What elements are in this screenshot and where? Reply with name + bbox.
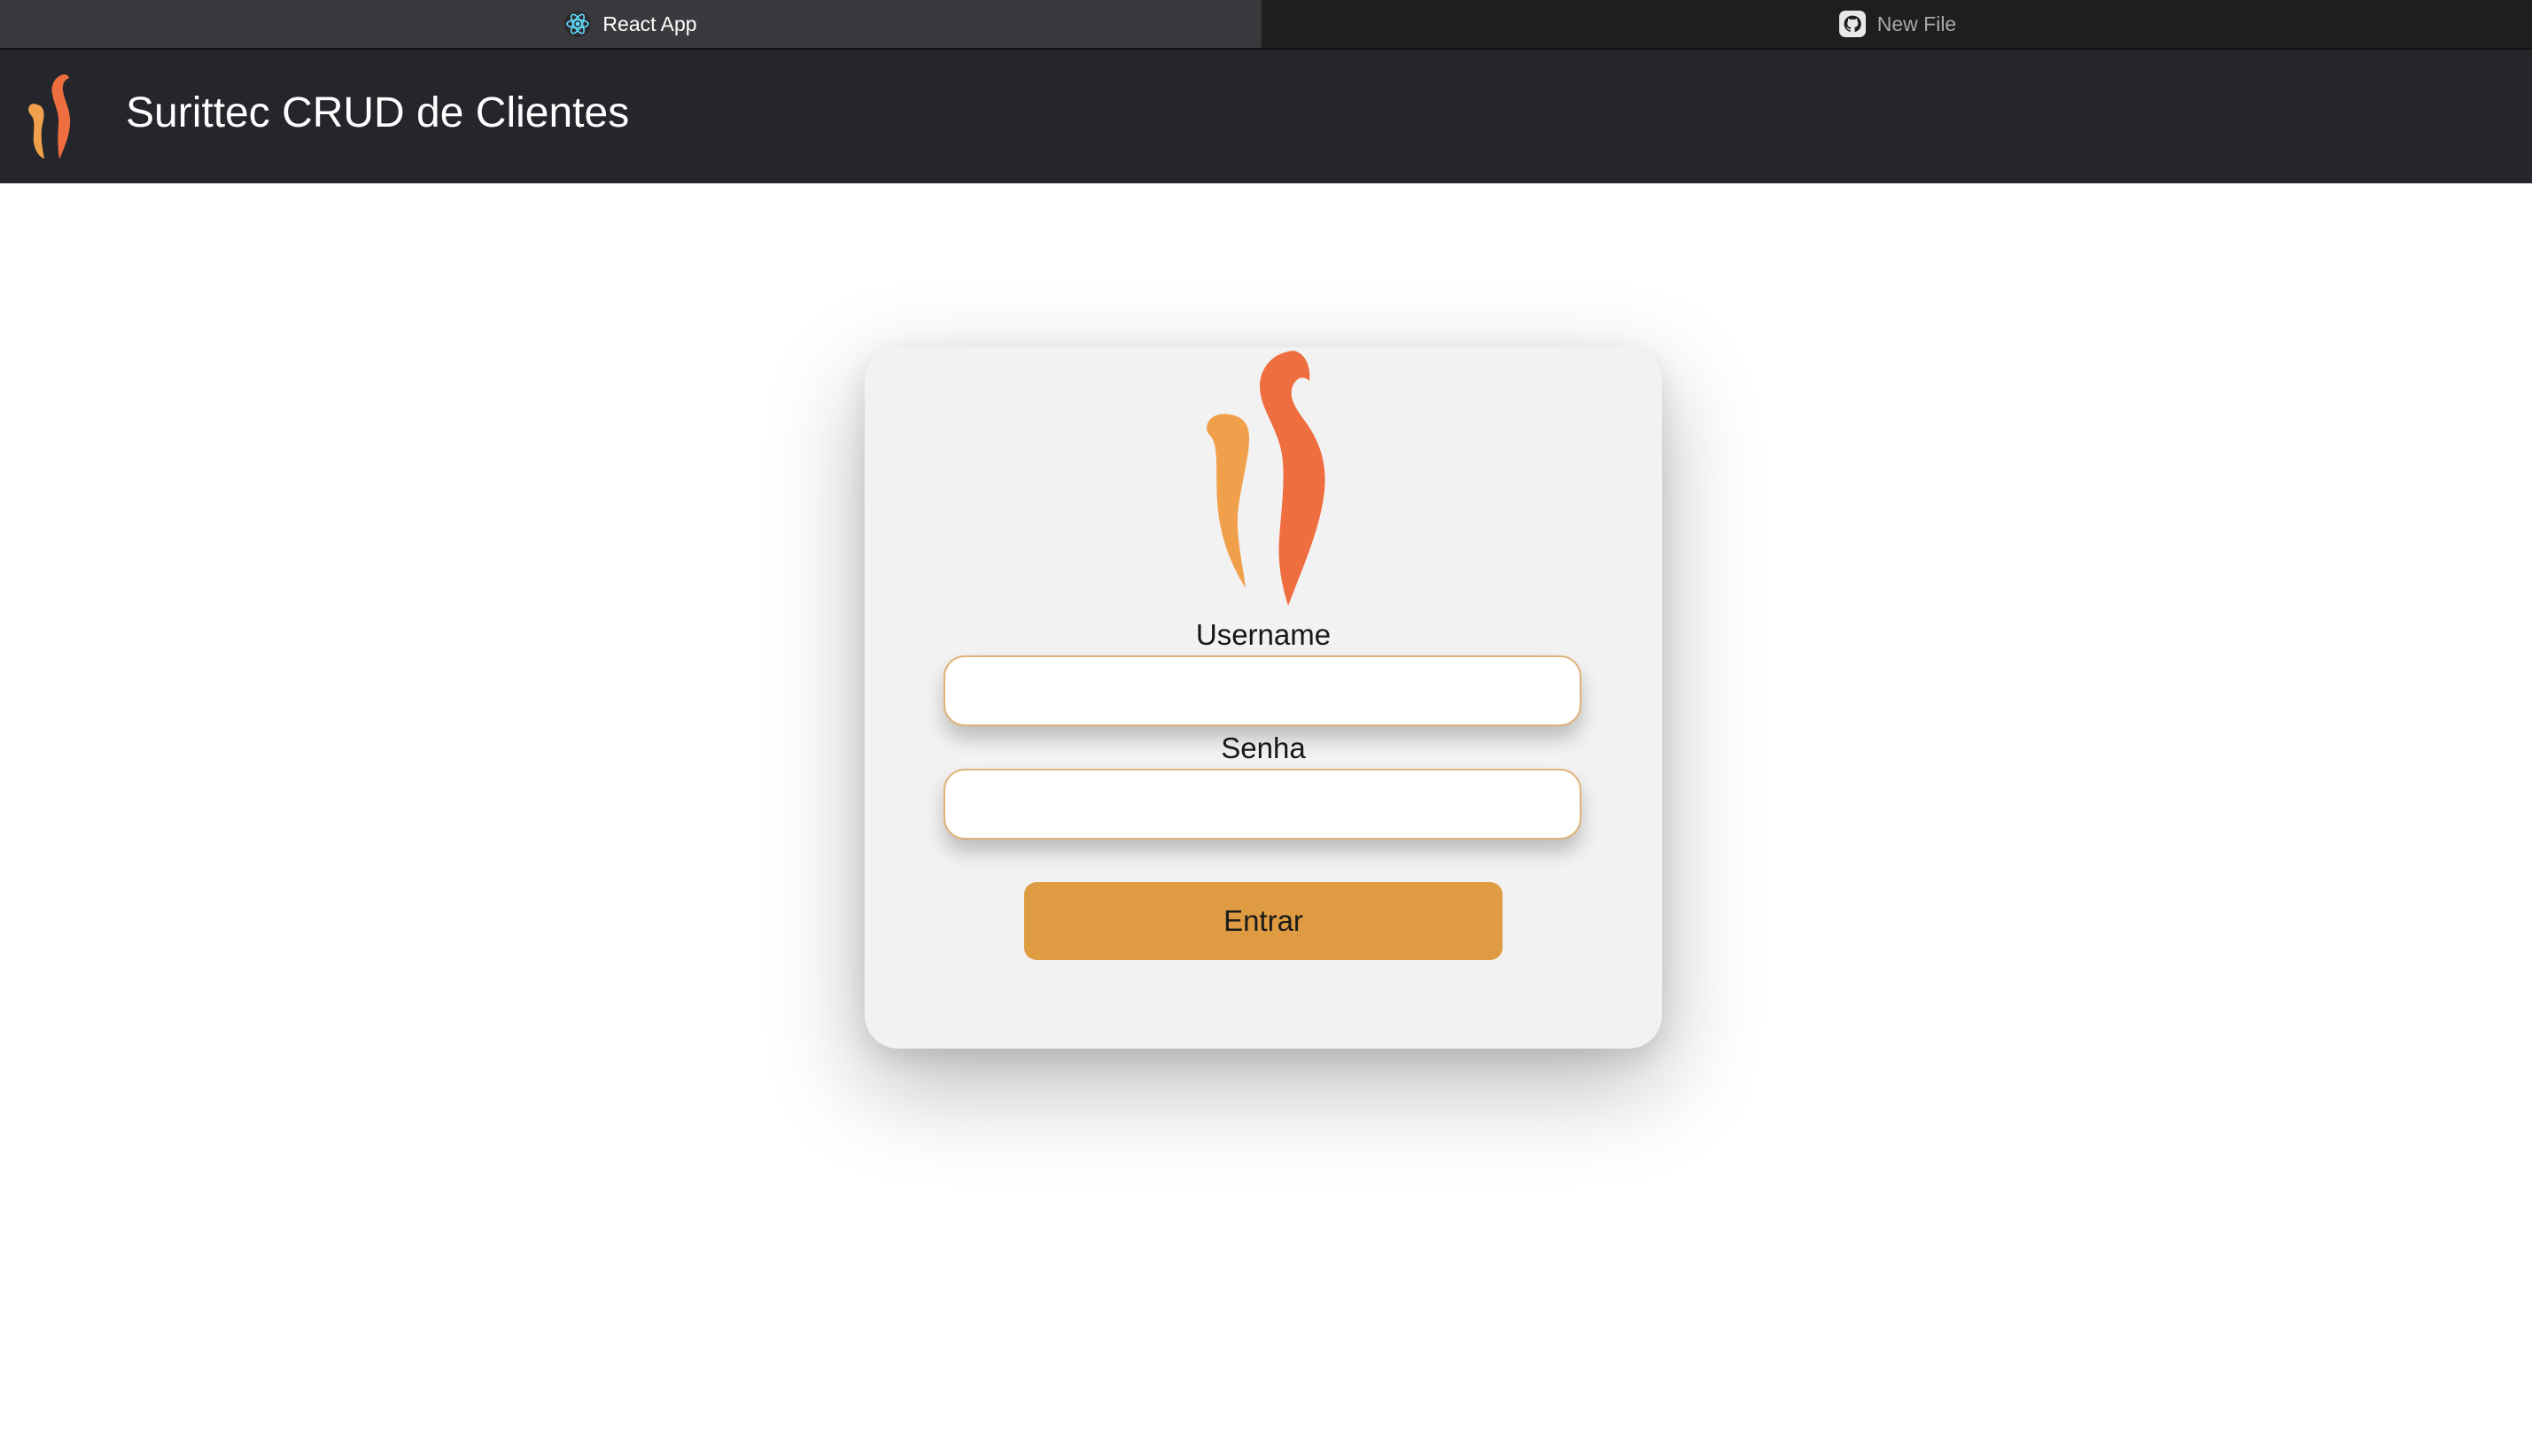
page-title: Surittec CRUD de Clientes [126,89,630,136]
app-header: Surittec CRUD de Clientes [0,50,2532,183]
login-button[interactable]: Entrar [1024,882,1503,960]
tab-new-file[interactable]: New File [1262,0,2532,48]
username-input[interactable] [944,655,1581,726]
react-icon [564,11,592,37]
login-card: Username Senha Entrar [865,347,1662,1049]
username-label: Username [1195,618,1332,651]
tab-react-app[interactable]: React App [0,0,1262,48]
tab-label: React App [602,12,697,35]
password-label: Senha [1221,732,1306,764]
browser-tab-bar: React App New File [0,0,2532,50]
flame-logo-icon [28,74,71,159]
flame-logo-icon [1207,351,1325,606]
github-icon [1838,11,1866,37]
password-input[interactable] [944,769,1581,840]
tab-label: New File [1876,12,1957,35]
